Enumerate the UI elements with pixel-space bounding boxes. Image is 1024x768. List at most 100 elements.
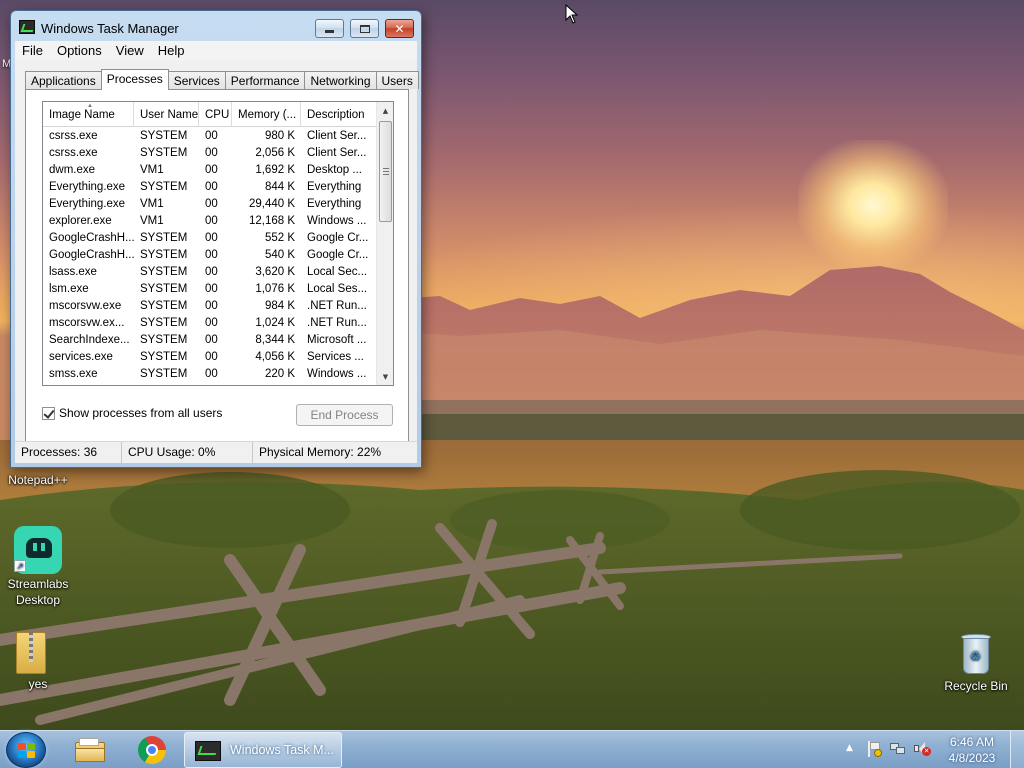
title-bar[interactable]: Windows Task Manager ✕ (11, 11, 421, 41)
cell-description: Everything (307, 198, 362, 210)
cell-cpu: 00 (205, 249, 218, 261)
taskbar-chrome-button[interactable] (124, 733, 180, 767)
desktop-icon-label: Notepad++ (8, 473, 68, 487)
cell-image-name: mscorsvw.ex... (49, 317, 125, 329)
table-row[interactable]: lsass.exe SYSTEM 00 3,620 K Local Sec... (43, 264, 377, 281)
column-header-image-name[interactable]: ▲ Image Name (43, 102, 134, 127)
table-row[interactable]: csrss.exe SYSTEM 00 2,056 K Client Ser... (43, 145, 377, 162)
clock-time: 6:46 AM (949, 735, 995, 749)
windows-logo-icon (18, 743, 36, 759)
vertical-scrollbar[interactable]: ▲ ▼ (376, 102, 393, 385)
cell-description: Google Cr... (307, 232, 369, 244)
cell-description: Desktop ... (307, 164, 362, 176)
action-center-flag-icon[interactable] (866, 741, 882, 757)
tab-applications[interactable]: Applications (25, 71, 102, 89)
chrome-icon (138, 736, 166, 764)
taskbar-explorer-button[interactable] (62, 733, 118, 767)
cell-cpu: 00 (205, 266, 218, 278)
tab-users[interactable]: Users (375, 71, 419, 89)
cell-description: Local Ses... (307, 283, 368, 295)
table-row[interactable]: GoogleCrashH... SYSTEM 00 552 K Google Cr... (43, 230, 377, 247)
cell-user-name: SYSTEM (140, 181, 188, 193)
close-button[interactable]: ✕ (385, 19, 414, 38)
cell-user-name: SYSTEM (140, 334, 188, 346)
desktop-icon-label: yes (28, 677, 48, 691)
show-desktop-button[interactable] (1010, 731, 1024, 768)
cell-description: Services ... (307, 351, 364, 363)
cell-image-name: explorer.exe (49, 215, 112, 227)
cell-user-name: SYSTEM (140, 317, 188, 329)
cell-image-name: GoogleCrashH... (49, 249, 134, 261)
desktop-icon-notepadpp[interactable]: Notepad++ (0, 472, 76, 488)
scroll-thumb[interactable] (379, 121, 392, 222)
task-manager-icon (19, 20, 35, 34)
table-row[interactable]: mscorsvw.exe SYSTEM 00 984 K .NET Run... (43, 298, 377, 315)
cell-description: Client Ser... (307, 130, 367, 142)
column-header-cpu[interactable]: CPU (199, 102, 232, 127)
maximize-button[interactable] (350, 19, 379, 38)
cell-memory: 220 K (264, 368, 295, 380)
status-processes: Processes: 36 (15, 442, 122, 464)
table-row[interactable]: explorer.exe VM1 00 12,168 K Windows ... (43, 213, 377, 230)
show-all-processes-option[interactable]: Show processes from all users (42, 406, 222, 420)
scroll-down-arrow-icon[interactable]: ▼ (377, 368, 393, 385)
close-icon: ✕ (394, 21, 405, 36)
table-row[interactable]: csrss.exe SYSTEM 00 980 K Client Ser... (43, 128, 377, 145)
cell-user-name: VM1 (140, 198, 164, 210)
table-row[interactable]: lsm.exe SYSTEM 00 1,076 K Local Ses... (43, 281, 377, 298)
table-row[interactable]: smss.exe SYSTEM 00 220 K Windows ... (43, 366, 377, 383)
cell-description: .NET Run... (307, 300, 367, 312)
column-header-user-name[interactable]: User Name (134, 102, 199, 127)
desktop-icon-streamlabs[interactable]: ↗ Streamlabs Desktop (0, 526, 76, 608)
cell-memory: 3,620 K (255, 266, 295, 278)
cell-memory: 4,056 K (255, 351, 295, 363)
recycle-bin-icon: ♻ (959, 632, 993, 676)
network-icon[interactable] (890, 741, 906, 757)
cell-memory: 1,024 K (255, 317, 295, 329)
cell-memory: 844 K (264, 181, 295, 193)
tab-performance[interactable]: Performance (224, 71, 306, 89)
cell-cpu: 00 (205, 368, 218, 380)
table-row[interactable]: Everything.exe VM1 00 29,440 K Everything (43, 196, 377, 213)
table-row[interactable]: Everything.exe SYSTEM 00 844 K Everything (43, 179, 377, 196)
table-row[interactable]: GoogleCrashH... SYSTEM 00 540 K Google Cr... (43, 247, 377, 264)
cell-memory: 540 K (264, 249, 295, 261)
menu-options[interactable]: Options (50, 41, 109, 61)
cell-image-name: mscorsvw.exe (49, 300, 122, 312)
scroll-up-arrow-icon[interactable]: ▲ (377, 102, 393, 119)
minimize-button[interactable] (315, 19, 344, 38)
process-list[interactable]: ▲ Image Name User Name CPU Memory (... D… (42, 101, 394, 386)
cell-description: Client Ser... (307, 147, 367, 159)
desktop-icon-yes-folder[interactable]: yes (0, 632, 76, 692)
end-process-button[interactable]: End Process (296, 404, 393, 426)
column-header-memory[interactable]: Memory (... (232, 102, 301, 127)
table-row[interactable]: mscorsvw.ex... SYSTEM 00 1,024 K .NET Run... (43, 315, 377, 332)
show-all-processes-checkbox[interactable] (42, 406, 55, 420)
cell-user-name: SYSTEM (140, 232, 188, 244)
desktop-icon-recycle-bin[interactable]: ♻ Recycle Bin (936, 632, 1016, 694)
cell-cpu: 00 (205, 351, 218, 363)
tab-services[interactable]: Services (167, 71, 226, 89)
menu-view[interactable]: View (109, 41, 151, 61)
cell-cpu: 00 (205, 283, 218, 295)
scroll-grip-icon (383, 168, 389, 175)
tab-processes[interactable]: Processes (100, 69, 169, 90)
cell-cpu: 00 (205, 317, 218, 329)
status-cpu-usage: CPU Usage: 0% (122, 442, 253, 464)
maximize-icon (359, 24, 370, 33)
table-row[interactable]: services.exe SYSTEM 00 4,056 K Services ... (43, 349, 377, 366)
volume-muted-icon[interactable]: ✕ (914, 741, 932, 757)
tab-networking[interactable]: Networking (304, 71, 377, 89)
menu-help[interactable]: Help (151, 41, 192, 61)
cell-description: Microsoft ... (307, 334, 367, 346)
desktop-icon-label: Streamlabs Desktop (7, 577, 69, 607)
taskbar-task-manager-button[interactable]: Windows Task M... (184, 732, 342, 768)
start-button[interactable] (6, 732, 46, 768)
menu-file[interactable]: File (15, 41, 50, 61)
table-row[interactable]: dwm.exe VM1 00 1,692 K Desktop ... (43, 162, 377, 179)
system-tray: ▲ ✕ 6:46 AM 4/8/2023 (842, 731, 1024, 768)
column-header-description[interactable]: Description (301, 102, 377, 127)
clock[interactable]: 6:46 AM 4/8/2023 (938, 734, 1006, 766)
table-row[interactable]: SearchIndexe... SYSTEM 00 8,344 K Microsoft … (43, 332, 377, 349)
show-hidden-icons-icon[interactable]: ▲ (846, 743, 853, 753)
